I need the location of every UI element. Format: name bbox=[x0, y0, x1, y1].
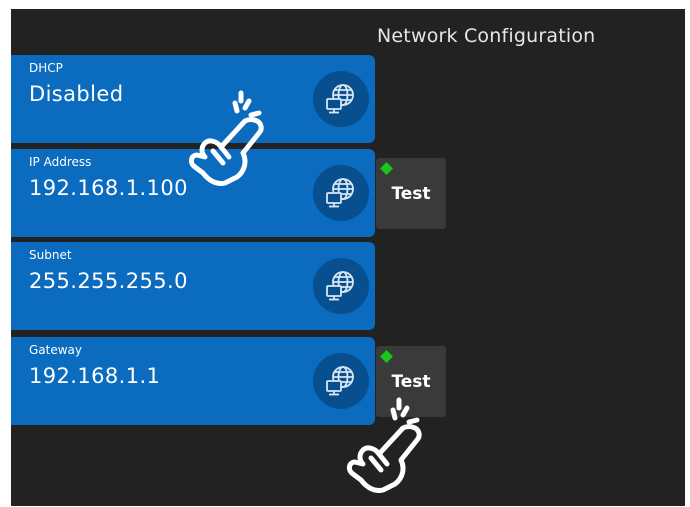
network-globe-icon[interactable] bbox=[313, 165, 369, 221]
ip-address-field[interactable]: IP Address 192.168.1.100 bbox=[11, 149, 375, 237]
test-ip-button[interactable]: Test bbox=[376, 158, 446, 229]
network-globe-icon[interactable] bbox=[313, 353, 369, 409]
status-ok-indicator bbox=[380, 162, 393, 175]
field-value: 192.168.1.100 bbox=[29, 176, 188, 200]
dhcp-field[interactable]: DHCP Disabled bbox=[11, 55, 375, 143]
field-label: Subnet bbox=[29, 248, 72, 262]
page-title: Network Configuration bbox=[377, 25, 596, 47]
field-label: Gateway bbox=[29, 343, 83, 357]
field-value: 192.168.1.1 bbox=[29, 364, 161, 388]
network-config-screen: Network Configuration DHCP Disabled IP A… bbox=[11, 9, 685, 506]
field-value: Disabled bbox=[29, 82, 124, 106]
test-gateway-button[interactable]: Test bbox=[376, 346, 446, 417]
status-ok-indicator bbox=[380, 350, 393, 363]
field-label: IP Address bbox=[29, 155, 92, 169]
field-label: DHCP bbox=[29, 61, 63, 75]
gateway-field[interactable]: Gateway 192.168.1.1 bbox=[11, 337, 375, 425]
network-globe-icon[interactable] bbox=[313, 258, 369, 314]
test-button-label: Test bbox=[391, 372, 431, 392]
network-globe-icon[interactable] bbox=[313, 71, 369, 127]
test-button-label: Test bbox=[391, 184, 431, 204]
field-value: 255.255.255.0 bbox=[29, 269, 188, 293]
subnet-field[interactable]: Subnet 255.255.255.0 bbox=[11, 242, 375, 330]
